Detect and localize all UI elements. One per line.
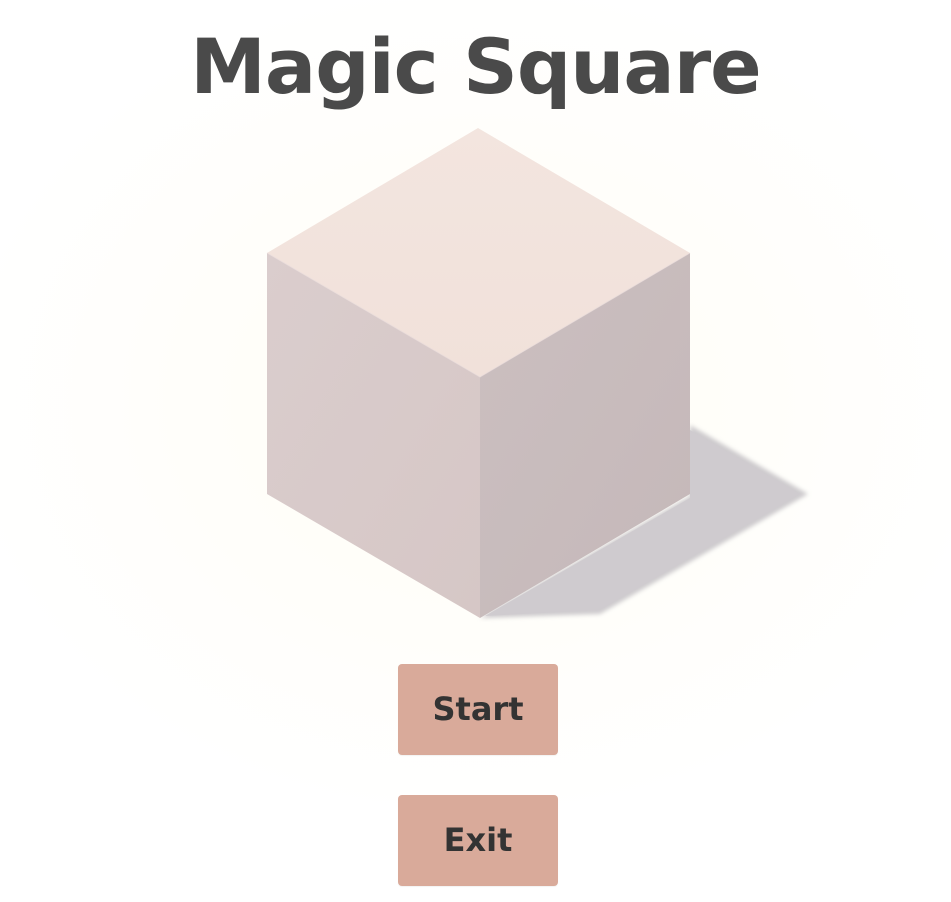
cube-edge-highlight xyxy=(266,252,691,378)
cube-left-face xyxy=(267,253,480,618)
game-title: Magic Square xyxy=(190,22,761,111)
exit-button[interactable]: Exit xyxy=(398,795,558,886)
start-button[interactable]: Start xyxy=(398,664,558,755)
main-menu-screen: Magic Square Start Exit xyxy=(0,0,951,902)
cube-shadow xyxy=(480,425,808,618)
cube-right-face xyxy=(480,253,690,618)
cube-shadow-core xyxy=(485,430,800,616)
cube-illustration xyxy=(266,128,808,618)
cube-top-face xyxy=(267,128,690,377)
